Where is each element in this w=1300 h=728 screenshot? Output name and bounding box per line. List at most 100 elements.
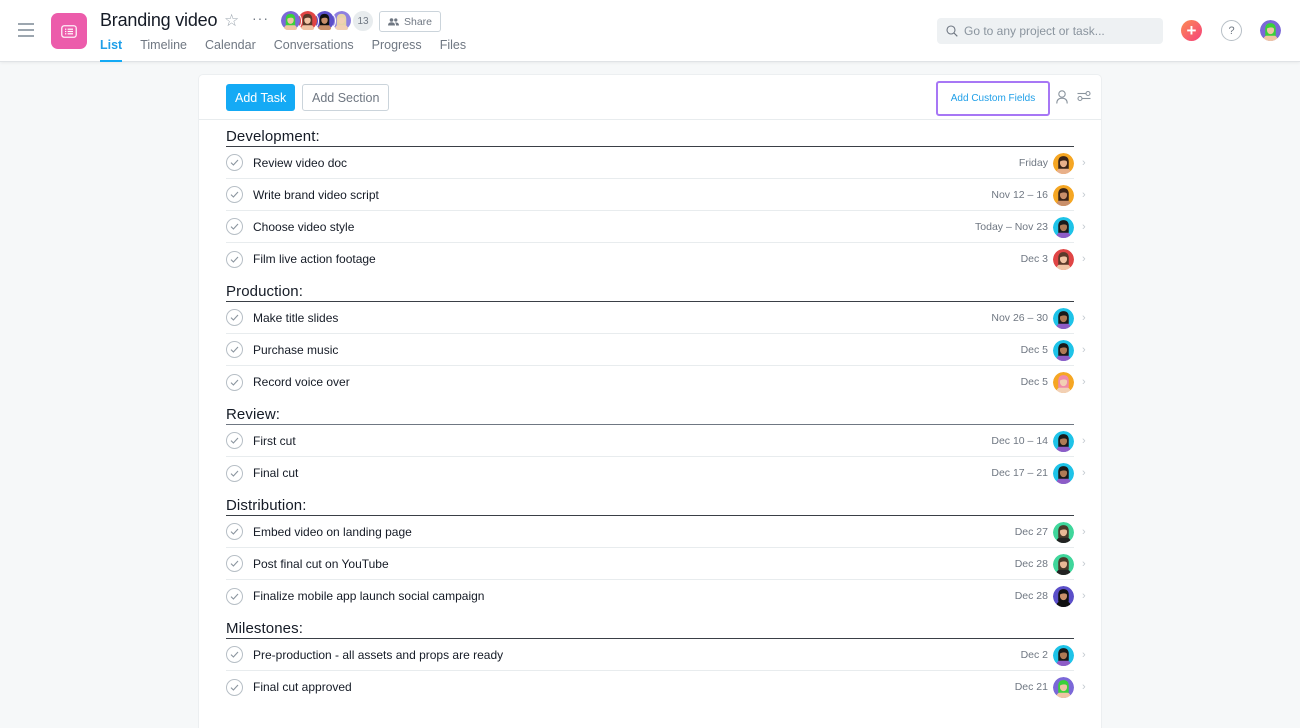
assignee-avatar[interactable] — [1053, 371, 1074, 393]
project-members[interactable]: 13 — [280, 10, 374, 32]
chevron-right-icon[interactable]: › — [1082, 189, 1086, 201]
member-count[interactable]: 13 — [352, 10, 374, 32]
star-icon[interactable]: ☆ — [224, 11, 239, 31]
due-date[interactable]: Dec 28 — [1015, 590, 1048, 602]
assignee-avatar[interactable] — [1053, 676, 1074, 698]
complete-task-checkbox[interactable] — [226, 373, 243, 391]
assignee-avatar[interactable] — [1053, 216, 1074, 238]
assignee-avatar[interactable] — [1053, 248, 1074, 270]
filter-settings-icon[interactable] — [1077, 90, 1091, 102]
task-row[interactable]: Final cut Dec 17 – 21 › — [226, 457, 1086, 489]
share-button[interactable]: Share — [379, 11, 442, 32]
assignee-avatar[interactable] — [1053, 152, 1074, 174]
task-name[interactable]: Pre-production - all assets and props ar… — [253, 648, 503, 662]
due-date[interactable]: Dec 21 — [1015, 681, 1048, 693]
task-name[interactable]: Final cut — [253, 466, 298, 480]
chevron-right-icon[interactable]: › — [1082, 157, 1086, 169]
task-name[interactable]: Embed video on landing page — [253, 525, 412, 539]
complete-task-checkbox[interactable] — [226, 523, 243, 540]
chevron-right-icon[interactable]: › — [1082, 467, 1086, 479]
complete-task-checkbox[interactable] — [226, 587, 243, 605]
task-name[interactable]: Finalize mobile app launch social campai… — [253, 589, 484, 603]
section-header[interactable]: Production: — [226, 275, 1074, 302]
quick-add-button[interactable]: + — [1181, 20, 1202, 41]
assignee-avatar[interactable] — [1053, 462, 1074, 484]
task-name[interactable]: First cut — [253, 434, 296, 448]
tab-progress[interactable]: Progress — [372, 38, 422, 62]
assignee-avatar[interactable] — [1053, 521, 1074, 543]
complete-task-checkbox[interactable] — [226, 341, 243, 358]
task-name[interactable]: Make title slides — [253, 311, 338, 325]
due-date[interactable]: Dec 27 — [1015, 526, 1048, 538]
assignee-avatar[interactable] — [1053, 307, 1074, 329]
section-header[interactable]: Milestones: — [226, 612, 1074, 639]
tab-files[interactable]: Files — [440, 38, 466, 62]
complete-task-checkbox[interactable] — [226, 250, 243, 268]
task-row[interactable]: Write brand video script Nov 12 – 16 › — [226, 179, 1086, 211]
due-date[interactable]: Dec 28 — [1015, 558, 1048, 570]
chevron-right-icon[interactable]: › — [1082, 649, 1086, 661]
assignee-avatar[interactable] — [1053, 430, 1074, 452]
task-row[interactable]: Purchase music Dec 5 › — [226, 334, 1086, 366]
chevron-right-icon[interactable]: › — [1082, 221, 1086, 233]
task-name[interactable]: Write brand video script — [253, 188, 379, 202]
task-row[interactable]: Post final cut on YouTube Dec 28 › — [226, 548, 1086, 580]
tab-calendar[interactable]: Calendar — [205, 38, 256, 62]
due-date[interactable]: Dec 17 – 21 — [991, 467, 1048, 479]
due-date[interactable]: Nov 26 – 30 — [991, 312, 1048, 324]
due-date[interactable]: Dec 3 — [1021, 253, 1048, 265]
complete-task-checkbox[interactable] — [226, 218, 243, 235]
task-row[interactable]: Embed video on landing page Dec 27 › — [226, 516, 1086, 548]
task-row[interactable]: First cut Dec 10 – 14 › — [226, 425, 1086, 457]
chevron-right-icon[interactable]: › — [1082, 312, 1086, 324]
complete-task-checkbox[interactable] — [226, 646, 243, 663]
task-row[interactable]: Film live action footage Dec 3 › — [226, 243, 1086, 275]
due-date[interactable]: Friday — [1019, 157, 1048, 169]
section-header[interactable]: Distribution: — [226, 489, 1074, 516]
due-date[interactable]: Nov 12 – 16 — [991, 189, 1048, 201]
complete-task-checkbox[interactable] — [226, 464, 243, 482]
add-section-button[interactable]: Add Section — [302, 84, 390, 111]
member-avatar[interactable] — [280, 10, 302, 32]
chevron-right-icon[interactable]: › — [1082, 558, 1086, 570]
chevron-right-icon[interactable]: › — [1082, 376, 1086, 388]
task-row[interactable]: Final cut approved Dec 21 › — [226, 671, 1086, 703]
tab-conversations[interactable]: Conversations — [274, 38, 354, 62]
task-row[interactable]: Choose video style Today – Nov 23 › — [226, 211, 1086, 243]
section-header[interactable]: Review: — [226, 398, 1074, 425]
add-task-button[interactable]: Add Task — [226, 84, 296, 111]
task-row[interactable]: Pre-production - all assets and props ar… — [226, 639, 1086, 671]
chevron-right-icon[interactable]: › — [1082, 590, 1086, 602]
add-custom-fields-button[interactable]: Add Custom Fields — [936, 81, 1050, 116]
chevron-right-icon[interactable]: › — [1082, 435, 1086, 447]
task-row[interactable]: Finalize mobile app launch social campai… — [226, 580, 1086, 612]
tab-timeline[interactable]: Timeline — [140, 38, 187, 62]
search-bar[interactable] — [937, 18, 1163, 44]
project-title[interactable]: Branding video — [100, 10, 217, 31]
task-row[interactable]: Review video doc Friday › — [226, 147, 1086, 179]
more-options-icon[interactable]: ··· — [252, 10, 269, 26]
due-date[interactable]: Dec 5 — [1021, 344, 1048, 356]
chevron-right-icon[interactable]: › — [1082, 253, 1086, 265]
complete-task-checkbox[interactable] — [226, 678, 243, 696]
due-date[interactable]: Dec 2 — [1021, 649, 1048, 661]
assignee-avatar[interactable] — [1053, 585, 1074, 607]
complete-task-checkbox[interactable] — [226, 309, 243, 326]
task-name[interactable]: Purchase music — [253, 343, 338, 357]
task-name[interactable]: Choose video style — [253, 220, 354, 234]
assignee-avatar[interactable] — [1053, 184, 1074, 206]
complete-task-checkbox[interactable] — [226, 555, 243, 572]
chevron-right-icon[interactable]: › — [1082, 681, 1086, 693]
user-avatar[interactable] — [1260, 20, 1281, 41]
task-name[interactable]: Record voice over — [253, 375, 350, 389]
assignee-avatar[interactable] — [1053, 553, 1074, 575]
complete-task-checkbox[interactable] — [226, 432, 243, 449]
task-name[interactable]: Post final cut on YouTube — [253, 557, 389, 571]
task-name[interactable]: Review video doc — [253, 156, 347, 170]
chevron-right-icon[interactable]: › — [1082, 344, 1086, 356]
chevron-right-icon[interactable]: › — [1082, 526, 1086, 538]
due-date[interactable]: Dec 5 — [1021, 376, 1048, 388]
task-name[interactable]: Film live action footage — [253, 252, 376, 266]
task-row[interactable]: Record voice over Dec 5 › — [226, 366, 1086, 398]
complete-task-checkbox[interactable] — [226, 154, 243, 171]
